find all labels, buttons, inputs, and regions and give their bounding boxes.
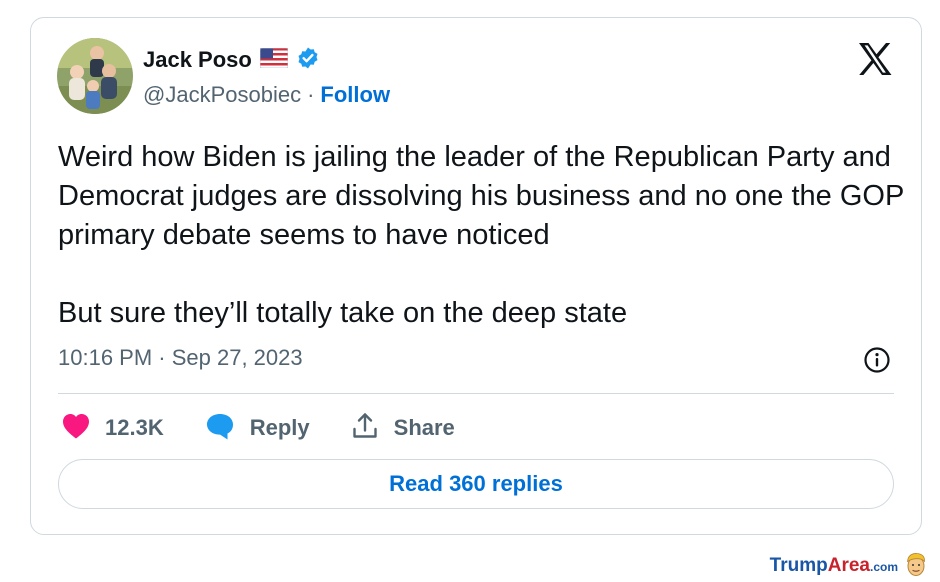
share-icon: [350, 411, 380, 446]
read-replies-button[interactable]: Read 360 replies: [58, 459, 894, 509]
reply-label: Reply: [249, 415, 310, 440]
watermark-brand-part-1: Trump: [769, 555, 828, 576]
avatar-photo: [57, 38, 133, 114]
share-label: Share: [393, 415, 455, 440]
watermark-text: TrumpArea.com: [770, 555, 898, 577]
tweet-paragraph-1: Weird how Biden is jailing the leader of…: [58, 141, 904, 251]
follow-button[interactable]: Follow: [320, 82, 390, 108]
heart-icon: [61, 412, 91, 445]
watermark-brand-suffix: .com: [869, 560, 898, 574]
trump-face-logo-icon: [904, 551, 928, 582]
divider: [58, 393, 894, 394]
trumparea-watermark: TrumpArea.com: [770, 551, 928, 581]
read-replies-label: Read 360 replies: [389, 471, 563, 496]
tweet-text: Weird how Biden is jailing the leader of…: [58, 138, 908, 333]
tweet-actions: 12.3K Reply Share: [61, 411, 495, 445]
us-flag-icon: [259, 47, 289, 73]
speech-bubble-icon: [204, 411, 236, 446]
handle-separator: ·: [307, 82, 315, 107]
tweet-timestamp[interactable]: 10:16 PM · Sep 27, 2023: [58, 345, 303, 371]
author-name-row: Jack Poso: [143, 46, 320, 74]
watermark-brand-part-2: Area: [827, 555, 870, 576]
reply-button[interactable]: Reply: [204, 411, 310, 446]
author-display-name[interactable]: Jack Poso: [143, 47, 252, 73]
author-handle[interactable]: @JackPosobiec: [143, 82, 301, 108]
like-count: 12.3K: [105, 415, 164, 440]
info-icon[interactable]: [863, 346, 891, 374]
tweet-embed-card: Jack Poso @JackPosobiec · Follow Weird h…: [30, 17, 922, 535]
share-button[interactable]: Share: [350, 411, 455, 446]
tweet-paragraph-2: But sure they’ll totally take on the dee…: [58, 297, 628, 329]
author-handle-row: @JackPosobiec · Follow: [143, 82, 390, 108]
like-button[interactable]: 12.3K: [61, 412, 164, 445]
x-logo-icon[interactable]: [857, 42, 893, 76]
avatar[interactable]: [57, 38, 133, 114]
verified-badge-icon: [296, 46, 320, 75]
